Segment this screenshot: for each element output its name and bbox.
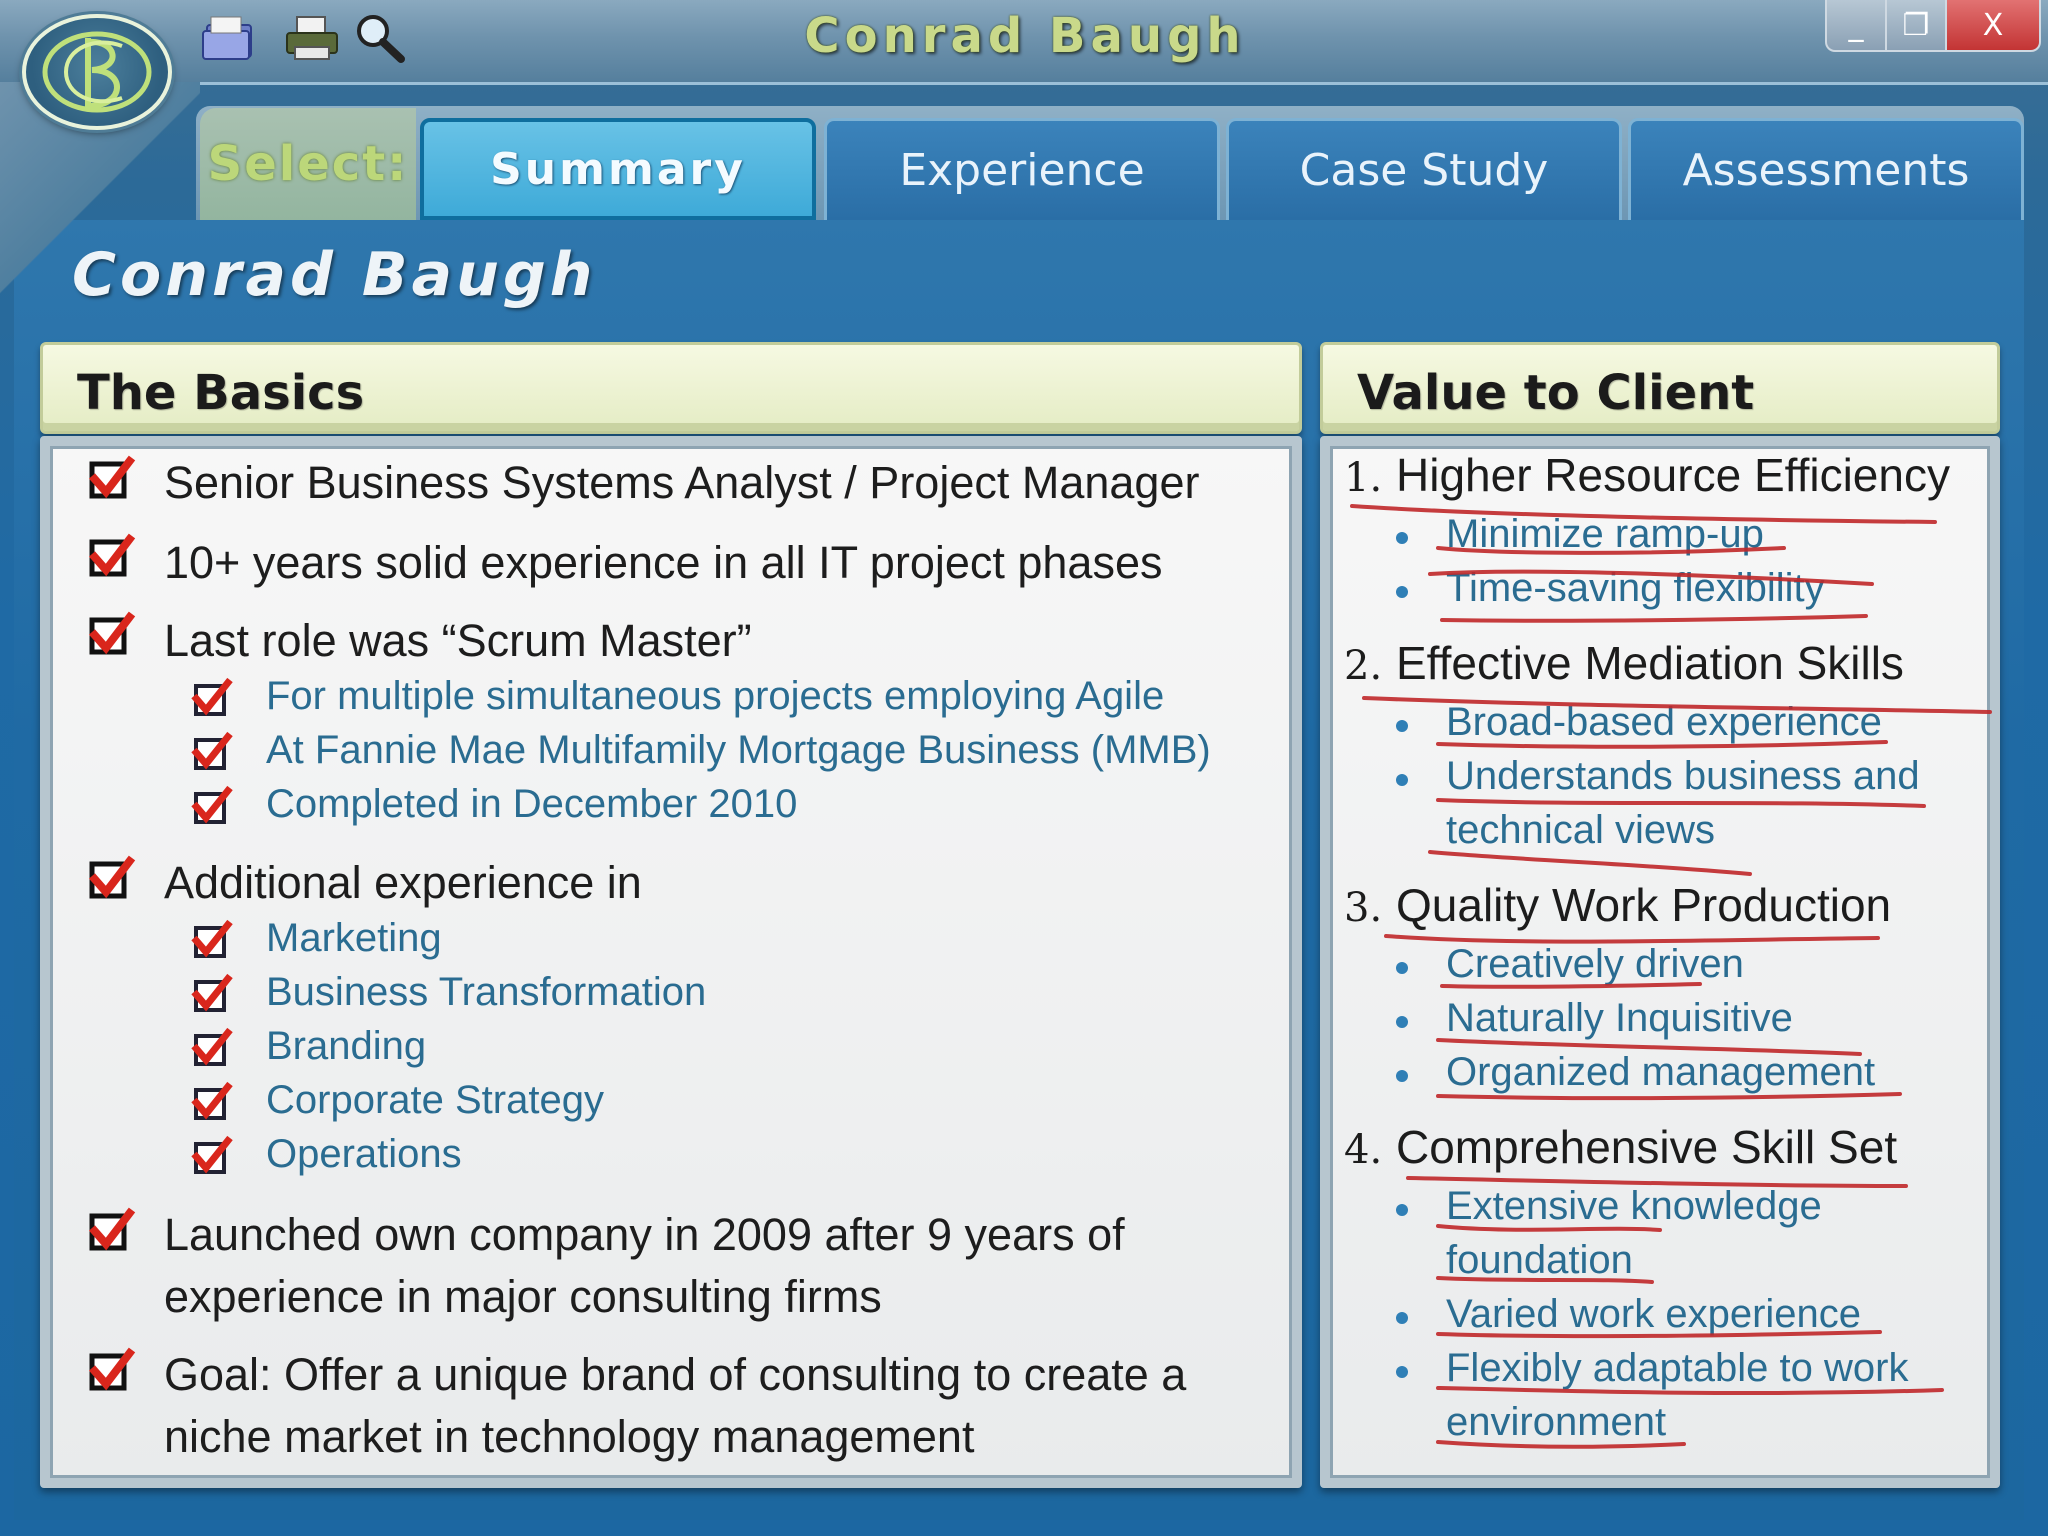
value-group-number: 2. [1344,643,1383,689]
checkbox-icon [191,973,233,1012]
value-item: Broad-based experience [1446,700,1882,744]
bullet-icon [1396,962,1408,974]
basics-subitem: Completed in December 2010 [266,782,798,826]
value-item: Understands business and [1446,754,1920,798]
bullet-icon [1396,586,1408,598]
folder-icon[interactable] [200,10,260,66]
bullet-icon [1396,1366,1408,1378]
checkbox-icon [88,1207,136,1251]
basics-subitem: For multiple simultaneous projects emplo… [266,674,1165,718]
value-item: Minimize ramp-up [1446,512,1764,556]
basics-item: Senior Business Systems Analyst / Projec… [164,457,1200,508]
basics-subitem: Business Transformation [266,970,707,1014]
basics-item: Goal: Offer a unique brand of consulting… [164,1349,1187,1400]
basics-item-continued: experience in major consulting firms [164,1271,882,1322]
checkbox-icon [191,919,233,958]
basics-subitem: Branding [266,1024,427,1068]
value-item-continued: technical views [1446,808,1716,852]
search-icon[interactable] [350,10,410,66]
basics-item: 10+ years solid experience in all IT pro… [164,537,1163,588]
checkbox-icon [88,455,136,499]
checkbox-icon [88,611,136,655]
value-item-continued: environment [1446,1400,1667,1444]
bullet-icon [1396,720,1408,732]
value-group-number: 4. [1344,1127,1383,1173]
value-group-number: 3. [1344,885,1383,931]
checkbox-icon [88,855,136,899]
bullet-icon [1396,1070,1408,1082]
basics-item: Launched own company in 2009 after 9 yea… [164,1209,1125,1260]
bullet-icon [1396,774,1408,786]
checkbox-icon [191,1081,233,1120]
value-item: Flexibly adaptable to work [1446,1346,1909,1390]
basics-item-continued: niche market in technology management [164,1411,975,1462]
printer-icon[interactable] [282,10,342,66]
bullet-icon [1396,1204,1408,1216]
value-group-number: 1. [1344,455,1383,501]
checkbox-icon [191,677,233,716]
value-item: Organized management [1446,1050,1876,1094]
bullet-icon [1396,532,1408,544]
value-group-title: 4. Comprehensive Skill Set [1344,1121,1898,1173]
value-group-title: 1. Higher Resource Efficiency [1344,449,1950,501]
value-item: Varied work experience [1446,1292,1862,1336]
value-group-title: 2. Effective Mediation Skills [1344,637,1904,689]
value-item: Creatively driven [1446,942,1744,986]
bullet-icon [1396,1312,1408,1324]
checkbox-icon [88,533,136,577]
checkbox-icon [191,1135,233,1174]
basics-item: Additional experience in [164,857,642,908]
basics-subitem: At Fannie Mae Multifamily Mortgage Busin… [266,728,1211,772]
checkbox-icon [88,1347,136,1391]
bullet-icon [1396,1016,1408,1028]
basics-subitem: Corporate Strategy [266,1078,604,1122]
basics-subitem: Marketing [266,916,442,960]
value-item: Time-saving flexibility [1446,566,1825,610]
value-item: Naturally Inquisitive [1446,996,1793,1040]
logo-icon [22,14,172,130]
value-item-continued: foundation [1446,1238,1633,1282]
basics-item: Last role was “Scrum Master” [164,615,752,666]
value-group-title: 3. Quality Work Production [1344,879,1892,931]
basics-subitem: Operations [266,1132,462,1176]
checkbox-icon [191,731,233,770]
checkbox-icon [191,785,233,824]
checkbox-icon [191,1027,233,1066]
value-item: Extensive knowledge [1446,1184,1822,1228]
